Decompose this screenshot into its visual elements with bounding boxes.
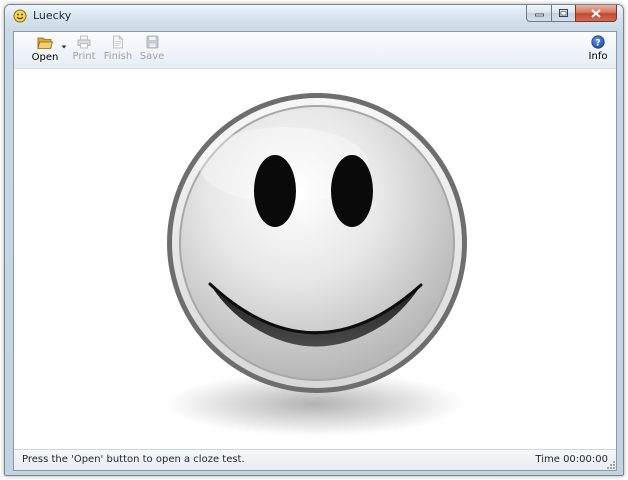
info-label: Info xyxy=(588,51,608,62)
info-button[interactable]: ? Info xyxy=(586,35,610,65)
close-icon xyxy=(591,8,601,18)
status-bar: Press the 'Open' button to open a cloze … xyxy=(14,449,616,470)
open-label: Open xyxy=(31,52,59,63)
chevron-down-icon[interactable] xyxy=(61,44,67,50)
app-window: Luecky Open Print Finish Save ? Info Pre… xyxy=(4,4,624,476)
minimize-button[interactable] xyxy=(526,5,551,22)
maximize-button[interactable] xyxy=(551,5,575,22)
close-button[interactable] xyxy=(575,5,617,22)
folder-open-icon xyxy=(37,37,53,49)
caption-buttons xyxy=(526,5,617,23)
content-canvas xyxy=(14,69,616,449)
print-button[interactable]: Print xyxy=(70,35,98,65)
open-button[interactable]: Open xyxy=(23,35,67,67)
toolbar: Open Print Finish Save ? Info xyxy=(14,32,616,69)
resize-grip-icon[interactable] xyxy=(606,460,616,470)
client-area: Open Print Finish Save ? Info Press the … xyxy=(13,31,617,471)
document-icon xyxy=(113,35,123,49)
smiley-face-icon xyxy=(165,93,467,436)
finish-label: Finish xyxy=(103,51,133,62)
maximize-icon xyxy=(559,9,568,17)
svg-text:?: ? xyxy=(595,38,600,48)
printer-icon xyxy=(77,35,91,49)
save-button[interactable]: Save xyxy=(138,35,166,65)
finish-button[interactable]: Finish xyxy=(102,35,134,65)
status-time: Time 00:00:00 xyxy=(535,454,608,465)
window-title: Luecky xyxy=(33,9,72,22)
status-message: Press the 'Open' button to open a cloze … xyxy=(22,454,245,465)
save-label: Save xyxy=(139,51,165,62)
print-label: Print xyxy=(72,51,96,62)
minimize-icon xyxy=(534,13,544,16)
title-bar[interactable]: Luecky xyxy=(5,5,623,27)
help-icon: ? xyxy=(591,35,605,49)
smiley-icon xyxy=(13,9,27,23)
floppy-disk-icon xyxy=(146,35,158,49)
